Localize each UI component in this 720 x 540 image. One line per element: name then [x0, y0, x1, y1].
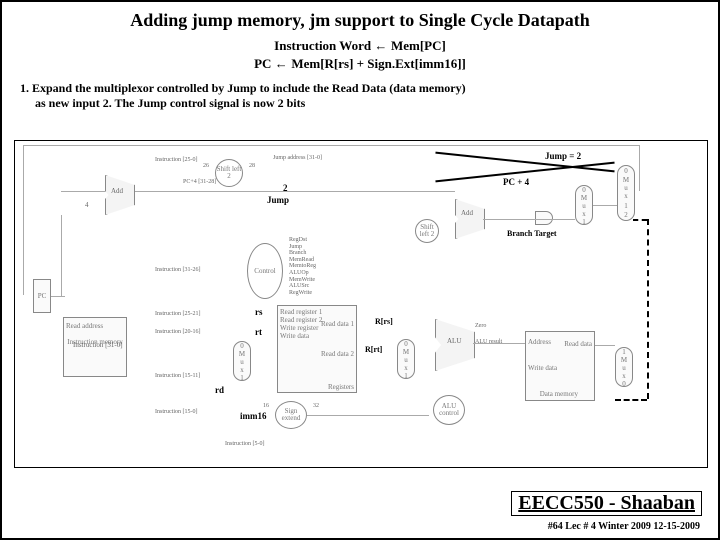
label-i5-0: Instruction [5-0] — [225, 441, 265, 447]
label-i15-0: Instruction [15-0] — [155, 409, 198, 415]
label-32: 32 — [313, 403, 319, 409]
mux-branch: 0Mux1 — [575, 185, 593, 225]
regfile-rd2: Read data 2 — [321, 350, 354, 358]
ctrl-regwrite: RegWrite — [289, 290, 316, 297]
ctrl-memread: MemRead — [289, 257, 316, 264]
label-pcplus4: PC + 4 — [503, 177, 529, 187]
label-16: 16 — [263, 403, 269, 409]
emphasis-line — [435, 152, 614, 173]
shift-left-2-jump: Shift left 2 — [215, 159, 243, 187]
label-i25-21: Instruction [25-21] — [155, 311, 201, 317]
ctrl-regdst: RegDst — [289, 237, 316, 244]
sign-extend: Sign extend — [275, 401, 307, 429]
register-file: Read register 1 Read register 2 Write re… — [277, 305, 357, 393]
jm-feedback-line — [647, 219, 649, 399]
rtl-l1-lhs: Instruction Word — [274, 38, 371, 53]
ctrl-memwrite: MemWrite — [289, 277, 316, 284]
pc-register: PC — [33, 279, 51, 313]
course-footer: EECC550 - Shaaban — [511, 491, 702, 516]
label-jump-eq-2: Jump = 2 — [545, 151, 581, 161]
label-pc4-31-28: PC+4 [31-28] — [183, 179, 216, 185]
jm-feedback-line — [633, 219, 647, 221]
label-rt: rt — [255, 327, 262, 337]
alu-control: ALU control — [433, 395, 465, 425]
label-rd: rd — [215, 385, 224, 395]
label-imm16: imm16 — [240, 411, 267, 421]
ctrl-branch: Branch — [289, 250, 316, 257]
step1-num: 1. — [20, 81, 29, 95]
step1-line1: Expand the multiplexor controlled by Jum… — [32, 81, 466, 95]
label-Rrt: R[rt] — [365, 345, 382, 354]
label-i20-16: Instruction [20-16] — [155, 329, 201, 335]
ctrl-aluop: ALUOp — [289, 270, 316, 277]
and-gate — [535, 211, 553, 225]
label-instr25-0: Instruction [25-0] — [155, 157, 198, 163]
regfile-hdr: Registers — [328, 383, 354, 391]
ctrl-jump: Jump — [289, 244, 316, 251]
data-memory: Address Write data Read data Data memory — [525, 331, 595, 401]
label-26: 26 — [203, 163, 209, 169]
left-arrow-icon: ← — [275, 56, 292, 71]
dmem-wd: Write data — [528, 364, 592, 372]
jm-feedback-line — [615, 399, 647, 401]
label-alu: ALU — [447, 337, 461, 345]
step1: 1. Expand the multiplexor controlled by … — [2, 81, 718, 110]
regfile-r1: Read register 1 — [280, 308, 354, 316]
datapath-diagram: Jump = 2 PC Add 4 Shift left 2 Instructi… — [14, 140, 708, 468]
adder-pc4 — [105, 175, 135, 215]
control-unit: Control — [247, 243, 283, 299]
label-read-address: Read address — [64, 322, 126, 330]
rtl-l2-lhs: PC — [254, 56, 271, 71]
alu — [435, 319, 475, 371]
mux-jump-3way: 0Mux12 — [617, 165, 635, 221]
rtl-block: Instruction Word ← Mem[PC] PC ← Mem[R[rs… — [2, 37, 718, 73]
page-title: Adding jump memory, jm support to Single… — [2, 2, 718, 31]
step1-line2: as new input 2. The Jump control signal … — [35, 96, 305, 110]
label-rs: rs — [255, 307, 263, 317]
label-branch-target: Branch Target — [507, 229, 557, 238]
label-four: 4 — [85, 201, 89, 209]
label-i31-26: Instruction [31-26] — [155, 267, 201, 273]
label-jumpaddr: Jump address [31-0] — [273, 155, 322, 161]
shift-left-2-branch: Shift left 2 — [415, 219, 439, 243]
control-signal-list: RegDst Jump Branch MemRead MemtoReg ALUO… — [289, 237, 316, 296]
label-Rrs: R[rs] — [375, 317, 393, 326]
left-arrow-icon: ← — [374, 38, 391, 53]
mux-alusrc: 0Mux1 — [397, 339, 415, 379]
label-28: 28 — [249, 163, 255, 169]
dmem-rd: Read data — [564, 340, 592, 348]
label-jump: Jump — [267, 195, 289, 205]
rtl-l2-rhs: Mem[R[rs] + Sign.Ext[imm16]] — [291, 56, 466, 71]
adder-branch — [455, 199, 485, 239]
lecture-meta: #64 Lec # 4 Winter 2009 12-15-2009 — [548, 521, 700, 532]
ctrl-alusrc: ALUSrc — [289, 283, 316, 290]
regfile-wd: Write data — [280, 332, 354, 340]
label-instr31-0: Instruction [31-0] — [73, 341, 123, 349]
ctrl-memtoreg: MemtoReg — [289, 263, 316, 270]
dmem-hdr: Data memory — [540, 390, 578, 398]
mux-memtoreg: 1Mux0 — [615, 347, 633, 387]
label-add2: Add — [461, 209, 473, 217]
rtl-l1-rhs: Mem[PC] — [391, 38, 446, 53]
mux-regdst: 0Mux1 — [233, 341, 251, 381]
regfile-rd1: Read data 1 — [321, 320, 354, 328]
label-alu-result: ALU result — [475, 339, 502, 345]
label-zero: Zero — [475, 323, 486, 329]
label-i15-11: Instruction [15-11] — [155, 373, 200, 379]
label-add: Add — [111, 187, 123, 195]
